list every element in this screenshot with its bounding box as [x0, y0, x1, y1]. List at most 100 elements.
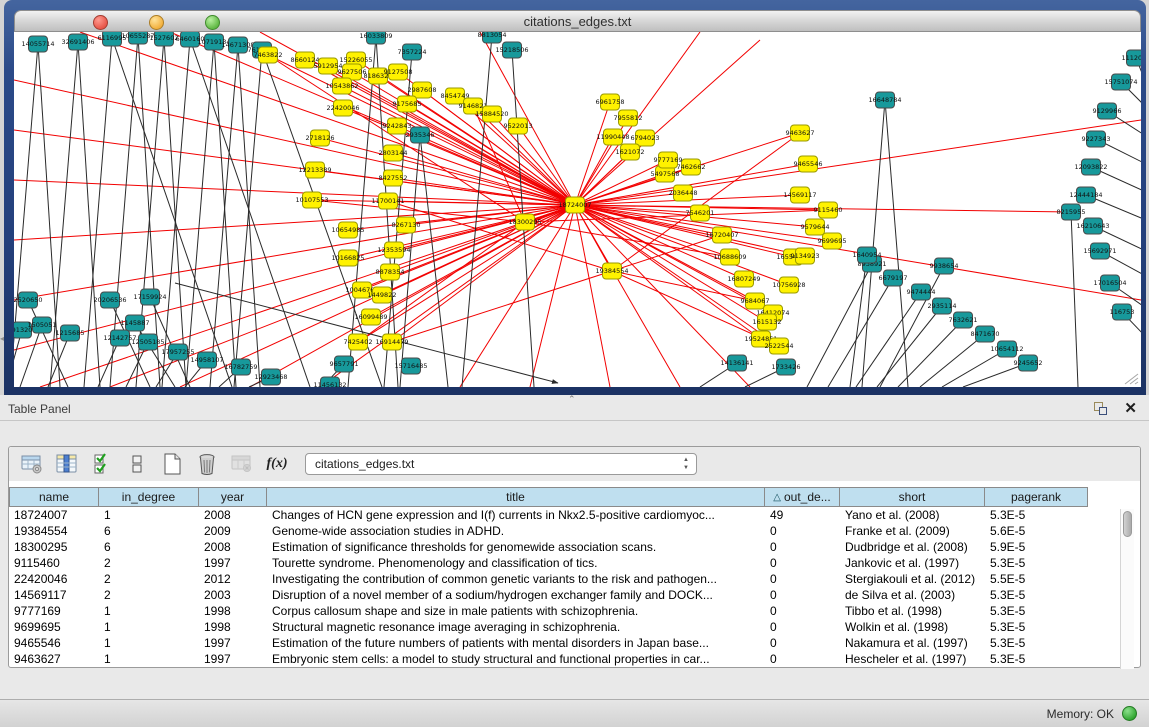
column-header-pagerank[interactable]: pagerank [985, 487, 1088, 507]
graph-node[interactable]: 7955812 [614, 110, 643, 126]
graph-node[interactable]: 14569117 [783, 187, 816, 203]
cell-short[interactable]: Wolkin et al. (1998) [840, 619, 985, 635]
table-scrollbar[interactable] [1120, 509, 1134, 669]
graph-node[interactable]: 1145887 [121, 315, 150, 331]
table-row[interactable]: 2242004622012Investigating the contribut… [9, 571, 1126, 587]
graph-node[interactable]: 9474444 [907, 284, 936, 300]
cell-year[interactable]: 1997 [199, 635, 267, 651]
cell-short[interactable]: Franke et al. (2009) [840, 523, 985, 539]
graph-node[interactable]: 10756928 [772, 277, 805, 293]
cell-pagerank[interactable]: 5.6E-5 [985, 523, 1088, 539]
cell-out_degree[interactable]: 49 [765, 507, 840, 523]
graph-node[interactable]: 1733426 [772, 359, 801, 375]
graph-node[interactable]: 15218506 [495, 42, 528, 58]
scrollbar-thumb[interactable] [1123, 511, 1132, 537]
column-header-year[interactable]: year [199, 487, 267, 507]
cell-out_degree[interactable]: 0 [765, 635, 840, 651]
graph-node[interactable]: 15751074 [1104, 74, 1137, 90]
cell-name[interactable]: 18724007 [9, 507, 99, 523]
citation-network-graph[interactable]: 1872400714055714326914066116995106552871… [14, 32, 1141, 387]
cell-short[interactable]: Stergiakouli et al. (2012) [840, 571, 985, 587]
cell-in_degree[interactable]: 2 [99, 555, 199, 571]
column-header-in_degree[interactable]: in_degree [99, 487, 199, 507]
graph-node[interactable]: 6679197 [879, 270, 908, 286]
cell-pagerank[interactable]: 5.3E-5 [985, 555, 1088, 571]
close-panel-icon[interactable]: ✕ [1124, 399, 1137, 417]
cell-out_degree[interactable]: 0 [765, 523, 840, 539]
graph-node[interactable]: 9465546 [794, 156, 823, 172]
cell-in_degree[interactable]: 1 [99, 619, 199, 635]
cell-name[interactable]: 19384554 [9, 523, 99, 539]
column-header-short[interactable]: short [840, 487, 985, 507]
table-settings-icon[interactable] [20, 452, 44, 476]
graph-node[interactable]: 8471670 [971, 326, 1000, 342]
graph-node[interactable]: 10654112 [990, 341, 1023, 357]
zoom-window-button[interactable] [205, 15, 220, 30]
cell-title[interactable]: Embryonic stem cells: a model to study s… [267, 651, 765, 667]
graph-node[interactable]: 10688609 [713, 249, 746, 265]
graph-node[interactable]: 9129966 [1093, 103, 1122, 119]
cell-title[interactable]: Structural magnetic resonance image aver… [267, 619, 765, 635]
graph-node[interactable]: 14055714 [21, 36, 54, 52]
graph-node[interactable]: 10166825 [331, 250, 364, 266]
cell-out_degree[interactable]: 0 [765, 603, 840, 619]
cell-name[interactable]: 22420046 [9, 571, 99, 587]
cell-year[interactable]: 2008 [199, 507, 267, 523]
table-row[interactable]: 1938455462009Genome-wide association stu… [9, 523, 1126, 539]
graph-node[interactable]: 2935114 [928, 298, 957, 314]
cell-name[interactable]: 9463627 [9, 651, 99, 667]
cell-year[interactable]: 2012 [199, 571, 267, 587]
graph-node[interactable]: 17159924 [133, 289, 166, 305]
table-row[interactable]: 1456911722003Disruption of a novel membe… [9, 587, 1126, 603]
cell-out_degree[interactable]: 0 [765, 555, 840, 571]
graph-node[interactable]: 9115460 [814, 202, 843, 218]
graph-node[interactable]: 17016504 [1093, 275, 1126, 291]
cell-out_degree[interactable]: 0 [765, 539, 840, 555]
cell-title[interactable]: Disruption of a novel member of a sodium… [267, 587, 765, 603]
network-canvas[interactable]: 1872400714055714326914066116995106552871… [14, 32, 1141, 387]
graph-node[interactable]: 9463627 [786, 125, 815, 141]
cell-pagerank[interactable]: 5.3E-5 [985, 651, 1088, 667]
cell-title[interactable]: Estimation of significance thresholds fo… [267, 539, 765, 555]
cell-name[interactable]: 9699695 [9, 619, 99, 635]
cell-pagerank[interactable]: 5.3E-5 [985, 587, 1088, 603]
cell-pagerank[interactable]: 5.9E-5 [985, 539, 1088, 555]
graph-node[interactable]: 14136141 [720, 355, 753, 371]
graph-node[interactable]: 2718126 [306, 130, 335, 146]
cell-short[interactable]: de Silva et al. (2003) [840, 587, 985, 603]
cell-out_degree[interactable]: 0 [765, 651, 840, 667]
cell-title[interactable]: Changes of HCN gene expression and I(f) … [267, 507, 765, 523]
graph-node[interactable]: 11990448 [596, 129, 629, 145]
graph-node[interactable]: 10107553 [295, 192, 328, 208]
cell-name[interactable]: 9115460 [9, 555, 99, 571]
cell-short[interactable]: Hescheler et al. (1997) [840, 651, 985, 667]
cell-out_degree[interactable]: 0 [765, 619, 840, 635]
cell-name[interactable]: 9777169 [9, 603, 99, 619]
cell-title[interactable]: Genome-wide association studies in ADHD. [267, 523, 765, 539]
graph-node[interactable]: 2520650 [14, 292, 42, 308]
function-builder-icon[interactable]: f(x) [265, 452, 289, 476]
graph-node[interactable]: 32691406 [61, 34, 94, 50]
cell-in_degree[interactable]: 1 [99, 635, 199, 651]
graph-node[interactable]: 16648784 [868, 92, 901, 108]
cell-short[interactable]: Dudbridge et al. (2008) [840, 539, 985, 555]
graph-node[interactable]: 22420046 [326, 100, 359, 116]
column-header-out_degree[interactable]: △out_de... [765, 487, 840, 507]
cell-title[interactable]: Tourette syndrome. Phenomenology and cla… [267, 555, 765, 571]
cell-short[interactable]: Tibbo et al. (1998) [840, 603, 985, 619]
row-select-icon[interactable] [90, 452, 114, 476]
cell-pagerank[interactable]: 5.3E-5 [985, 619, 1088, 635]
panel-collapse-arrow-icon[interactable]: ◂ [0, 334, 7, 344]
cell-in_degree[interactable]: 1 [99, 603, 199, 619]
cell-year[interactable]: 1997 [199, 555, 267, 571]
graph-node[interactable]: 8267130 [392, 217, 421, 233]
column-select-icon[interactable] [55, 452, 79, 476]
cell-year[interactable]: 2003 [199, 587, 267, 603]
table-row[interactable]: 977716911998Corpus callosum shape and si… [9, 603, 1126, 619]
cell-pagerank[interactable]: 5.3E-5 [985, 507, 1088, 523]
graph-node[interactable]: 12213389 [298, 162, 331, 178]
new-table-icon[interactable] [160, 452, 184, 476]
graph-node[interactable]: 15692971 [1083, 243, 1116, 259]
table-row[interactable]: 911546021997Tourette syndrome. Phenomeno… [9, 555, 1126, 571]
column-visibility-icon[interactable] [125, 452, 149, 476]
